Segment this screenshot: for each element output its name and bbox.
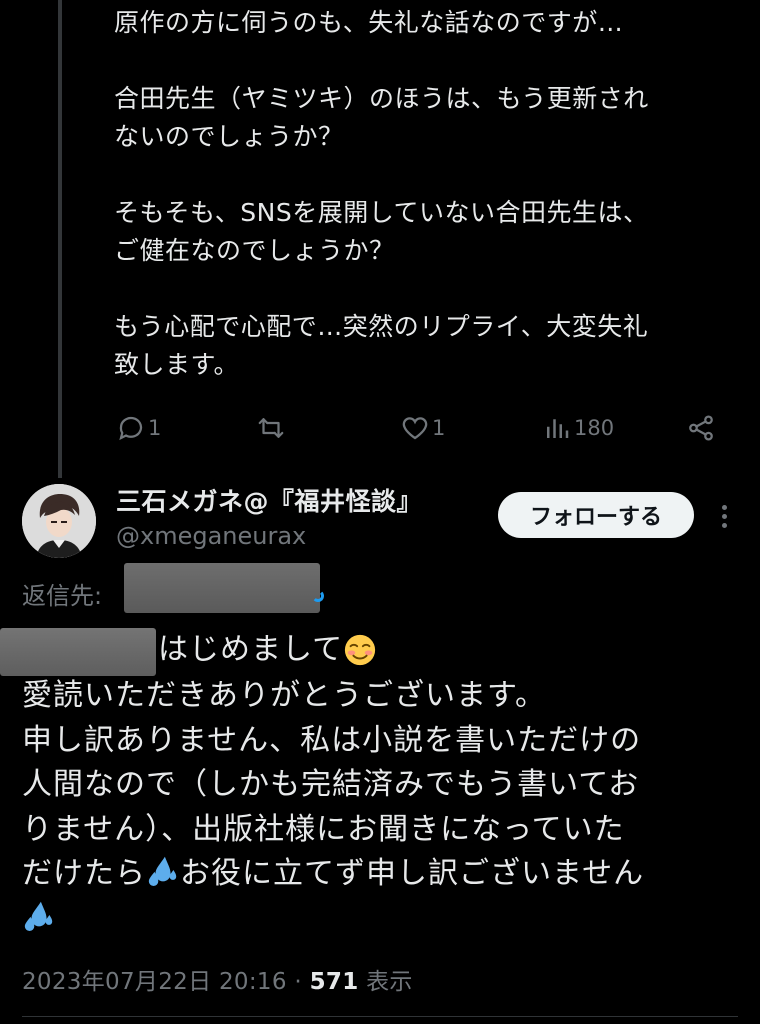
- view-count: 180: [574, 416, 615, 440]
- sweat-droplets-emoji: [24, 901, 53, 931]
- tweet-metadata: 2023年07月22日 20:16 · 571 表示: [22, 962, 413, 996]
- tweet-line-5: だけたら お役に立てず申し訳ございません: [22, 852, 742, 897]
- views-label: 表示: [358, 969, 413, 995]
- parent-reply-actions: 1 1 180: [116, 408, 722, 448]
- tweet-line-5-start: だけたら: [22, 856, 146, 891]
- views-count: 571: [309, 969, 359, 995]
- bar-chart-icon: [547, 419, 569, 438]
- parent-reply-text: 原作の方に伺うのも、失礼な話なのですが… 合田先生（ヤミツキ）のほうは、もう更新…: [114, 8, 649, 379]
- replying-to-label: 返信先:: [22, 582, 103, 610]
- avatar[interactable]: [22, 484, 96, 558]
- tweet-line-4: りません）、出版社様にお聞きになっていた: [22, 811, 625, 847]
- like-count: 1: [432, 416, 446, 440]
- tweet-first-line: はじめまして: [158, 628, 377, 672]
- tweet-line-5-end: お役に立てず申し訳ございません: [180, 856, 645, 891]
- tweet-line-2: 申し訳ありません、私は小説を書いただけの: [22, 722, 642, 758]
- redacted-mention: [0, 628, 156, 676]
- divider: [22, 1016, 738, 1017]
- reply-action[interactable]: 1: [116, 408, 161, 448]
- speech-bubble-icon: [119, 416, 143, 441]
- reply-count: 1: [148, 416, 162, 440]
- redacted-username: [124, 563, 320, 613]
- smiling-face-emoji: [344, 634, 376, 666]
- tweet-greeting: はじめまして: [158, 632, 344, 667]
- tweet-body: 愛読いただきありがとうございます。 申し訳ありません、私は小説を書いただけの 人…: [22, 674, 742, 941]
- redaction-edge: [312, 590, 324, 602]
- heart-icon: [402, 417, 428, 440]
- views-action[interactable]: 180: [542, 408, 614, 448]
- share-action[interactable]: [686, 408, 716, 448]
- author-name[interactable]: 三石メガネ@『福井怪談』: [116, 482, 422, 518]
- timestamp[interactable]: 2023年07月22日 20:16 ·: [22, 969, 310, 995]
- share-icon: [689, 415, 713, 441]
- like-action[interactable]: 1: [400, 408, 445, 448]
- sweat-droplets-emoji: [148, 856, 177, 887]
- retweet-action[interactable]: [256, 408, 288, 448]
- more-options-icon[interactable]: [714, 498, 734, 534]
- author-handle[interactable]: @xmeganeurax: [116, 522, 306, 550]
- thread-connector-line: [58, 0, 62, 478]
- retweet-icon: [258, 418, 284, 438]
- tweet-line-6: [22, 897, 742, 942]
- follow-button[interactable]: フォローする: [498, 492, 694, 538]
- tweet-line-3: 人間なので（しかも完結済みでもう書いてお: [22, 767, 640, 802]
- tweet-line-1: 愛読いただきありがとうございます。: [22, 678, 546, 713]
- avatar-illustration: [22, 484, 96, 558]
